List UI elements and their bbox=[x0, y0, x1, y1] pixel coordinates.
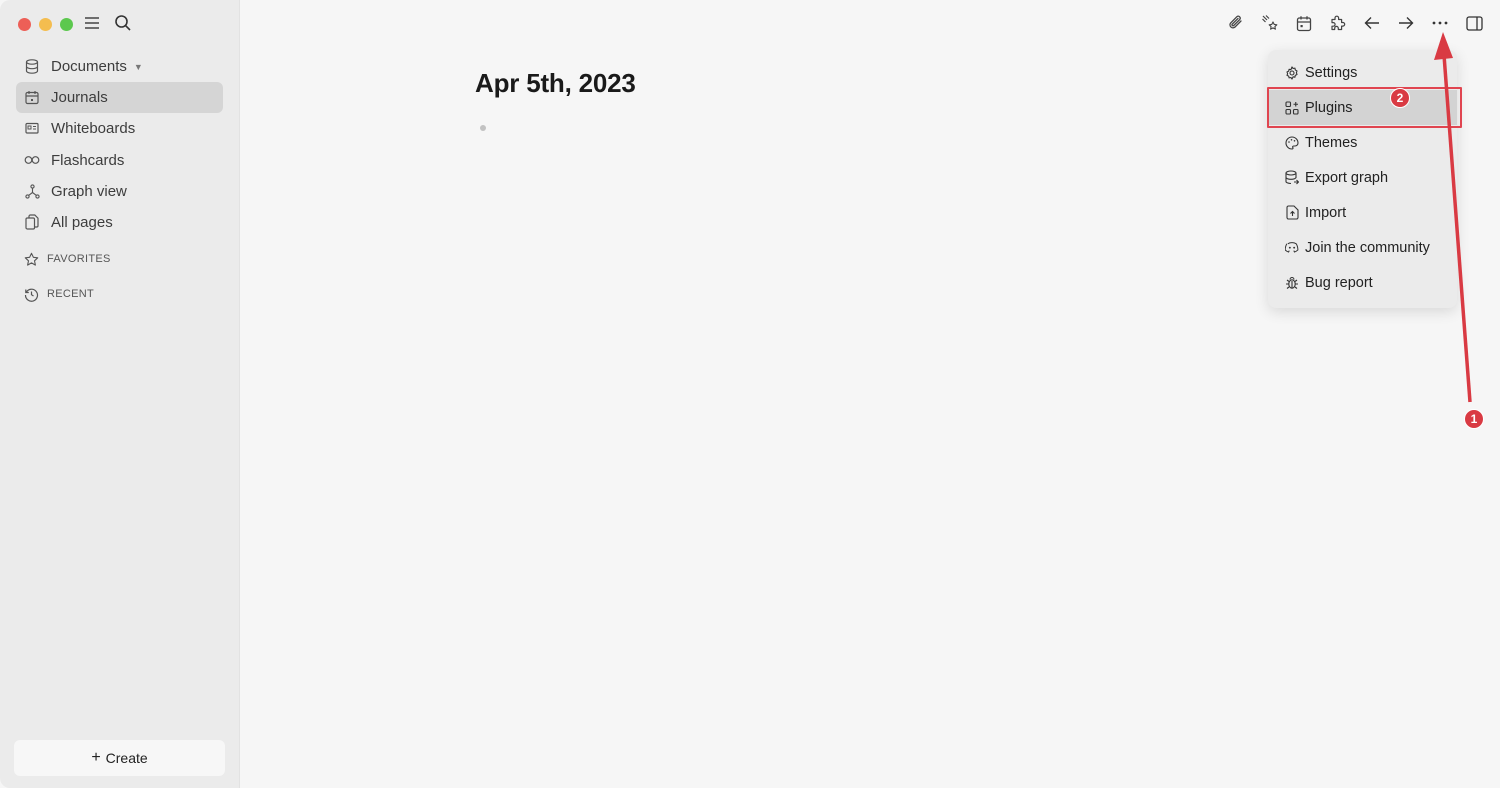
sidebar-item-label: Whiteboards bbox=[51, 120, 136, 138]
create-button[interactable]: + Create bbox=[14, 740, 225, 776]
star-icon bbox=[23, 251, 39, 267]
step-badge-1: 1 bbox=[1464, 409, 1484, 429]
maximize-window-button[interactable] bbox=[60, 18, 73, 31]
graph-icon bbox=[24, 183, 40, 199]
calendar-icon bbox=[24, 90, 40, 106]
sidebar-item-flashcards[interactable]: Flashcards bbox=[16, 145, 223, 176]
top-toolbar bbox=[1213, 12, 1485, 34]
more-icon[interactable] bbox=[1429, 12, 1451, 34]
database-icon bbox=[24, 59, 40, 75]
close-window-button[interactable] bbox=[18, 18, 31, 31]
sparkles-icon[interactable] bbox=[1259, 12, 1281, 34]
recent-section[interactable]: RECENT bbox=[23, 286, 94, 302]
app-window: Documents ▼ Journals Whiteboards Flashca… bbox=[0, 0, 1500, 788]
menu-item-label: Settings bbox=[1305, 64, 1358, 81]
pages-icon bbox=[24, 214, 40, 231]
sidebar-item-all-pages[interactable]: All pages bbox=[16, 207, 223, 238]
export-icon bbox=[1285, 170, 1299, 185]
gear-icon bbox=[1285, 65, 1299, 80]
arrow-left-icon[interactable] bbox=[1361, 12, 1383, 34]
sidebar-item-label: Journals bbox=[51, 89, 108, 107]
plugins-highlight-box bbox=[1267, 87, 1462, 128]
menu-item-label: Import bbox=[1305, 204, 1347, 221]
menu-item-import[interactable]: Import bbox=[1268, 195, 1457, 230]
menu-item-export-graph[interactable]: Export graph bbox=[1268, 160, 1457, 195]
discord-icon bbox=[1285, 241, 1299, 255]
page-title[interactable]: Apr 5th, 2023 bbox=[475, 68, 636, 99]
sidebar-toggle-icon[interactable] bbox=[1463, 12, 1485, 34]
import-icon bbox=[1285, 205, 1299, 220]
history-icon bbox=[23, 286, 39, 302]
puzzle-icon[interactable] bbox=[1327, 12, 1349, 34]
palette-icon bbox=[1285, 135, 1299, 150]
sidebar-nav: Documents ▼ Journals Whiteboards Flashca… bbox=[16, 51, 223, 238]
arrow-right-icon[interactable] bbox=[1395, 12, 1417, 34]
menu-item-label: Bug report bbox=[1305, 274, 1373, 291]
menu-item-join-community[interactable]: Join the community bbox=[1268, 230, 1457, 265]
minimize-window-button[interactable] bbox=[39, 18, 52, 31]
menu-item-label: Themes bbox=[1305, 134, 1358, 151]
whiteboard-icon bbox=[24, 121, 40, 137]
create-label: Create bbox=[105, 750, 148, 766]
sidebar-item-label: Documents bbox=[51, 58, 127, 75]
sidebar-item-documents[interactable]: Documents ▼ bbox=[16, 51, 223, 82]
chevron-down-icon[interactable]: ▼ bbox=[134, 62, 143, 72]
step-badge-2: 2 bbox=[1390, 88, 1410, 108]
bug-icon bbox=[1285, 276, 1299, 290]
favorites-section[interactable]: FAVORITES bbox=[23, 251, 111, 267]
sidebar-item-label: All pages bbox=[51, 213, 113, 231]
window-controls bbox=[18, 18, 73, 31]
sidebar-item-label: Flashcards bbox=[51, 151, 125, 169]
menu-item-label: Export graph bbox=[1305, 169, 1389, 186]
menu-icon[interactable] bbox=[82, 13, 102, 33]
menu-item-settings[interactable]: Settings bbox=[1268, 55, 1457, 90]
empty-block-bullet[interactable] bbox=[480, 125, 486, 131]
sidebar-item-graph-view[interactable]: Graph view bbox=[16, 176, 223, 207]
sidebar-item-label: Graph view bbox=[51, 182, 127, 200]
calendar-icon[interactable] bbox=[1293, 12, 1315, 34]
recent-label: RECENT bbox=[47, 288, 95, 300]
search-icon[interactable] bbox=[113, 13, 133, 33]
left-sidebar: Documents ▼ Journals Whiteboards Flashca… bbox=[0, 0, 240, 788]
menu-item-bug-report[interactable]: Bug report bbox=[1268, 265, 1457, 300]
sidebar-item-whiteboards[interactable]: Whiteboards bbox=[16, 113, 223, 144]
infinity-icon bbox=[24, 152, 40, 168]
plus-icon: + bbox=[91, 749, 101, 766]
sidebar-item-journals[interactable]: Journals bbox=[16, 82, 223, 114]
favorites-label: FAVORITES bbox=[47, 253, 111, 265]
menu-item-themes[interactable]: Themes bbox=[1268, 125, 1457, 160]
attachment-icon[interactable] bbox=[1225, 12, 1247, 34]
menu-item-label: Join the community bbox=[1305, 239, 1430, 256]
